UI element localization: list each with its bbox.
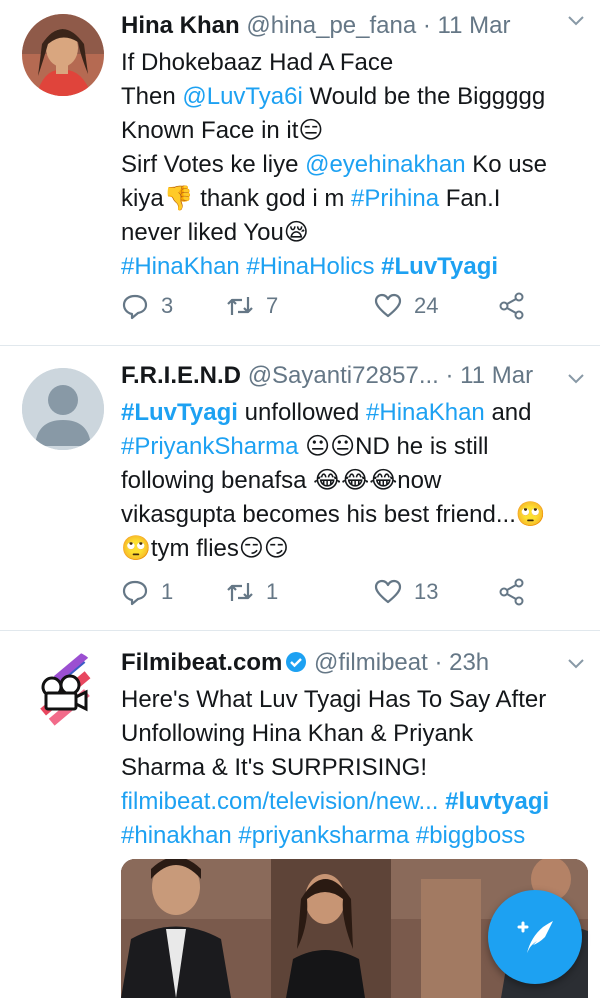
share-icon — [499, 292, 524, 320]
text-line: following benafsa 😂😂😂now — [121, 464, 581, 498]
compose-tweet-button[interactable] — [488, 890, 582, 984]
author-name[interactable]: Hina Khan — [121, 12, 240, 39]
text-line: Sirf Votes ke liye @eyehinakhan Ko use — [121, 148, 581, 182]
tweet-actions: 1 1 13 — [121, 578, 541, 612]
tweet-header: Filmibeat.com @filmibeat · 23h — [121, 649, 581, 677]
tweet-header: Hina Khan @hina_pe_fana · 11 Mar — [121, 12, 581, 40]
hashtag-link[interactable]: #luvtyagi — [445, 788, 549, 815]
mention-link[interactable]: @LuvTya6i — [182, 83, 302, 110]
text-line: Then @LuvTya6i Would be the Biggggg — [121, 80, 581, 114]
reply-count: 1 — [161, 579, 174, 604]
share-button[interactable] — [498, 292, 526, 320]
tweet-1[interactable]: Hina Khan @hina_pe_fana · 11 Mar If Dhok… — [0, 0, 600, 345]
text: If Dhokebaaz Had A Face — [121, 49, 394, 76]
reply-count: 3 — [161, 293, 174, 318]
compose-tweet-icon — [517, 921, 553, 953]
mention-link[interactable]: @eyehinakhan — [305, 151, 465, 178]
reply-button[interactable]: 1 — [121, 578, 173, 606]
tweet-text: If Dhokebaaz Had A Face Then @LuvTya6i W… — [121, 46, 581, 284]
text: Would be the Biggggg — [302, 83, 546, 110]
retweet-button[interactable]: 1 — [226, 578, 278, 606]
text: Here's What Luv Tyagi Has To Say After — [121, 686, 547, 713]
retweet-count: 7 — [266, 293, 279, 318]
text: unfollowed — [237, 399, 367, 426]
text: Then — [121, 83, 183, 110]
hashtag-link[interactable]: #LuvTyagi — [381, 253, 498, 280]
author-handle[interactable]: @Sayanti72857... — [248, 362, 439, 389]
hashtag-link[interactable]: #hinakhan #priyanksharma #biggboss — [121, 822, 525, 849]
author-name[interactable]: Filmibeat.com — [121, 649, 282, 676]
chevron-down-icon[interactable] — [566, 368, 586, 388]
tweet-time[interactable]: · 11 Mar — [446, 362, 534, 389]
text: and — [484, 399, 532, 426]
tweet-time[interactable]: · 23h — [434, 649, 489, 676]
share-button[interactable] — [498, 578, 526, 606]
text: Known Face in it😑 — [121, 117, 324, 144]
text-line: If Dhokebaaz Had A Face — [121, 46, 581, 80]
author-handle[interactable]: @filmibeat — [314, 649, 428, 676]
like-count: 13 — [414, 579, 439, 604]
heart-icon — [374, 293, 402, 318]
text: vikasgupta becomes his best friend...🙄 — [121, 501, 546, 528]
share-icon — [499, 578, 524, 606]
hashtag-link[interactable]: #LuvTyagi — [121, 399, 238, 426]
text: 😐😐ND he is still — [298, 433, 489, 460]
text-line: Here's What Luv Tyagi Has To Say After — [121, 683, 581, 717]
hashtag-link[interactable]: #HinaKhan #HinaHolics — [121, 253, 381, 280]
text-line: never liked You😪 — [121, 216, 581, 250]
text: kiya👎 thank god i m — [121, 185, 351, 212]
reply-icon — [122, 580, 148, 606]
text-line: #LuvTyagi unfollowed #HinaKhan and — [121, 396, 581, 430]
chevron-down-icon[interactable] — [566, 653, 586, 673]
reply-icon — [122, 294, 148, 320]
heart-icon — [374, 579, 402, 604]
hashtag-link[interactable]: #PriyankSharma — [121, 433, 298, 460]
retweet-count: 1 — [266, 579, 279, 604]
text-line: #PriyankSharma 😐😐ND he is still — [121, 430, 581, 464]
text-line: Known Face in it😑 — [121, 114, 581, 148]
text: Ko use — [465, 151, 547, 178]
text: Unfollowing Hina Khan & Priyank — [121, 720, 474, 747]
verified-badge-icon — [286, 652, 307, 672]
text-line: 🙄tym flies😏😏 — [121, 532, 581, 566]
reply-button[interactable]: 3 — [121, 292, 173, 320]
like-count: 24 — [414, 293, 439, 318]
text: 🙄tym flies😏😏 — [121, 535, 289, 562]
text: Sharma & It's SURPRISING! — [121, 754, 427, 781]
like-button[interactable]: 13 — [374, 578, 438, 606]
avatar[interactable] — [22, 649, 104, 731]
tweet-actions: 3 7 24 — [121, 292, 541, 326]
tweet-header: F.R.I.E.N.D @Sayanti72857... · 11 Mar — [121, 362, 581, 390]
like-button[interactable]: 24 — [374, 292, 438, 320]
avatar[interactable] — [22, 14, 104, 96]
author-handle[interactable]: @hina_pe_fana — [246, 12, 416, 39]
avatar[interactable] — [22, 368, 104, 450]
text: Sirf Votes ke liye — [121, 151, 306, 178]
retweet-button[interactable]: 7 — [226, 292, 278, 320]
text: never liked You😪 — [121, 219, 309, 246]
url-link[interactable]: filmibeat.com/television/new... — [121, 788, 445, 815]
hashtag-link[interactable]: #Prihina — [351, 185, 439, 212]
retweet-icon — [227, 297, 253, 315]
retweet-icon — [227, 583, 253, 601]
tweet-text: Here's What Luv Tyagi Has To Say After U… — [121, 683, 581, 853]
text-line: Sharma & It's SURPRISING! — [121, 751, 581, 785]
tweet-text: #LuvTyagi unfollowed #HinaKhan and #Priy… — [121, 396, 581, 566]
text: following benafsa 😂😂😂now — [121, 467, 442, 494]
text-line: vikasgupta becomes his best friend...🙄 — [121, 498, 581, 532]
hashtag-link[interactable]: #HinaKhan — [366, 399, 485, 426]
tweet-time[interactable]: · 11 Mar — [423, 12, 511, 39]
tweet-2[interactable]: F.R.I.E.N.D @Sayanti72857... · 11 Mar #L… — [0, 346, 600, 630]
text-line: #hinakhan #priyanksharma #biggboss — [121, 819, 581, 853]
text-line: filmibeat.com/television/new... #luvtyag… — [121, 785, 581, 819]
text-line: Unfollowing Hina Khan & Priyank — [121, 717, 581, 751]
chevron-down-icon[interactable] — [566, 10, 586, 30]
text-line: #HinaKhan #HinaHolics #LuvTyagi — [121, 250, 581, 284]
text-line: kiya👎 thank god i m #Prihina Fan.I — [121, 182, 581, 216]
text: Fan.I — [439, 185, 501, 212]
author-name[interactable]: F.R.I.E.N.D — [121, 362, 241, 389]
